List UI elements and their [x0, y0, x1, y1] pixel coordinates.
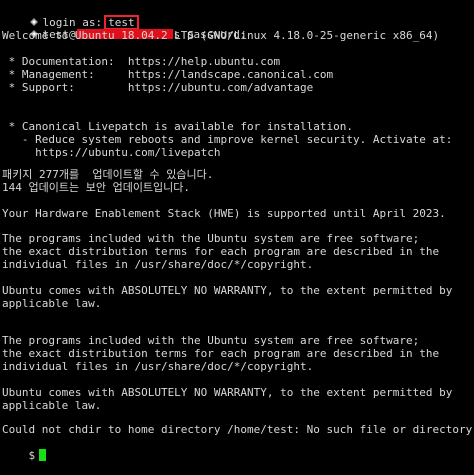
shell-prompt: $ [28, 449, 36, 462]
chdir-error: Could not chdir to home directory /home/… [2, 423, 473, 436]
livepatch-line-1: * Canonical Livepatch is available for i… [2, 120, 353, 133]
management-link: * Management: https://landscape.canonica… [2, 68, 334, 81]
hwe-notice: Your Hardware Enablement Stack (HWE) is … [2, 207, 446, 220]
warranty-line-1: Ubuntu comes with ABSOLUTELY NO WARRANTY… [2, 284, 453, 297]
security-updates: 144 업데이트는 보안 업데이트입니다. [2, 181, 191, 194]
warranty-repeat-line-1: Ubuntu comes with ABSOLUTELY NO WARRANTY… [2, 386, 453, 399]
legal-line-2: the exact distribution terms for each pr… [2, 245, 440, 258]
legal-repeat-line-3: individual files in /usr/share/doc/*/cop… [2, 360, 314, 373]
text-cursor[interactable] [39, 449, 47, 461]
support-link: * Support: https://ubuntu.com/advantage [2, 81, 314, 94]
password-line: test@ s password: [2, 15, 246, 41]
legal-repeat-line-1: The programs included with the Ubuntu sy… [2, 334, 420, 347]
legal-line-3: individual files in /usr/share/doc/*/cop… [2, 258, 314, 271]
livepatch-line-3: https://ubuntu.com/livepatch [2, 146, 221, 159]
legal-line-1: The programs included with the Ubuntu sy… [2, 232, 420, 245]
shell-prompt-line[interactable]: $ [2, 436, 47, 462]
livepatch-line-2: - Reduce system reboots and improve kern… [2, 133, 453, 146]
legal-repeat-line-2: the exact distribution terms for each pr… [2, 347, 440, 360]
warranty-repeat-line-2: applicable law. [2, 399, 102, 412]
package-updates: 패키지 277개를 업데이트할 수 있습니다. [2, 168, 214, 181]
terminal-window[interactable]: login as: test test@ s password: Welcome t… [0, 0, 474, 462]
documentation-link: * Documentation: https://help.ubuntu.com [2, 55, 281, 68]
welcome-message: Welcome to Ubuntu 18.04.2 LTS (GNU/Linux… [2, 29, 440, 42]
warranty-line-2: applicable law. [2, 297, 102, 310]
login-line: login as: test [2, 2, 139, 30]
